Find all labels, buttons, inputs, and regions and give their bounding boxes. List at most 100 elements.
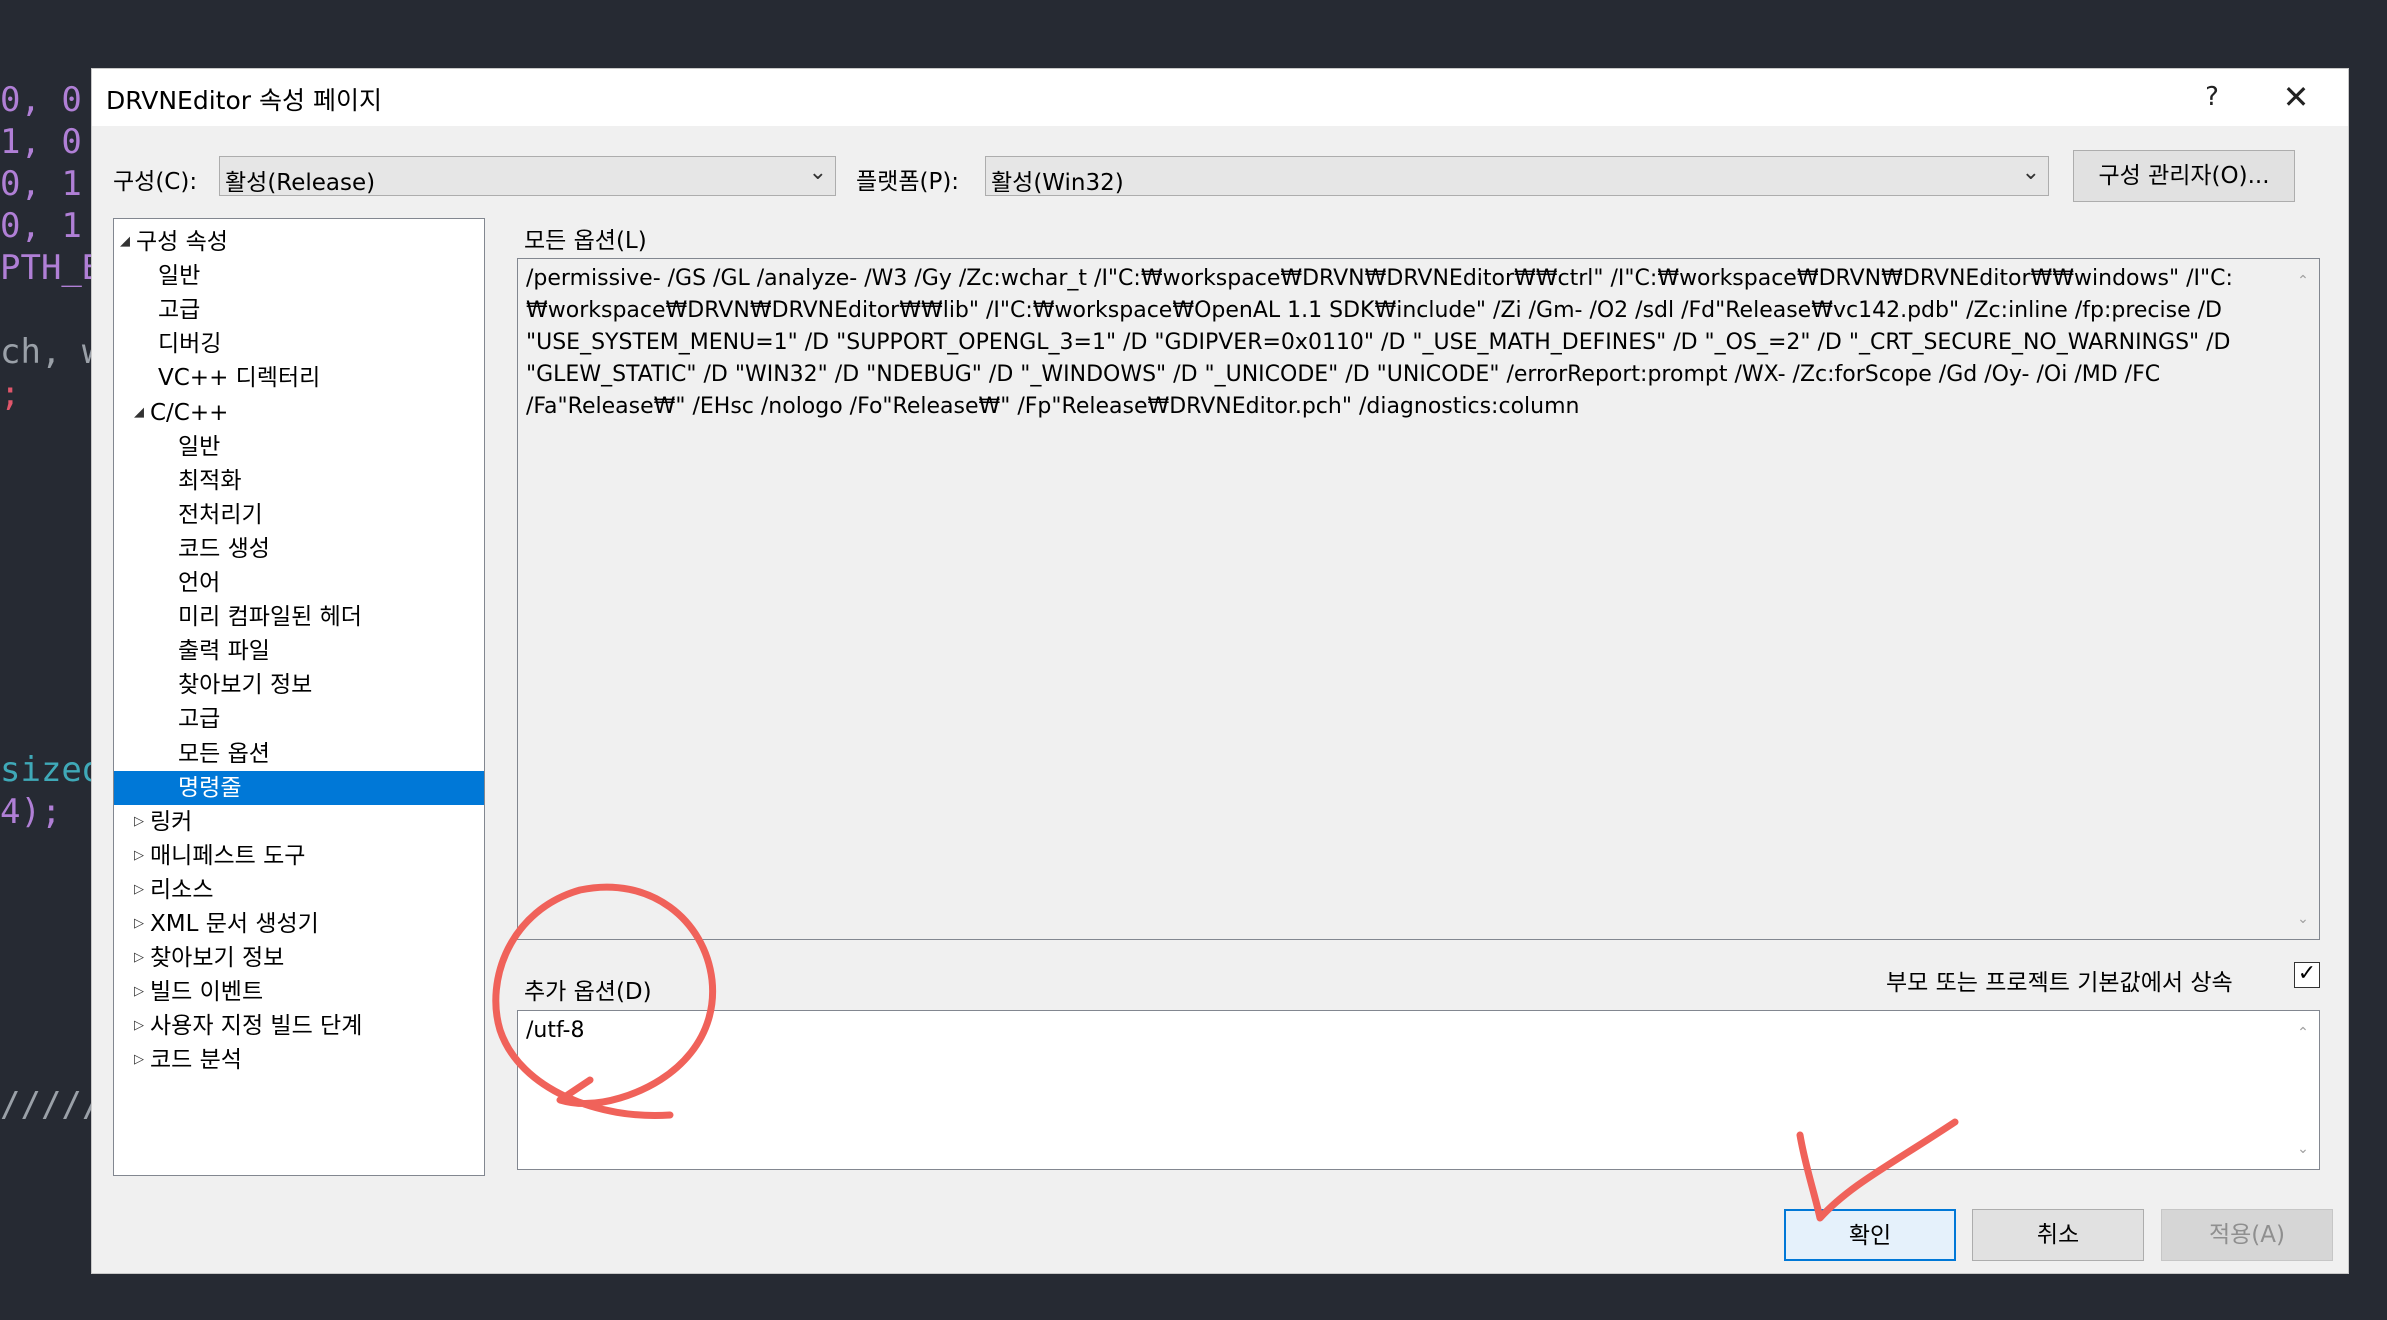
scroll-up-icon[interactable]: ⌃ — [2289, 1017, 2317, 1049]
tree-item-label: 리소스 — [150, 876, 214, 903]
help-button[interactable]: ? — [2182, 75, 2242, 119]
cancel-button[interactable]: 취소 — [1972, 1209, 2144, 1261]
expand-arrow-icon[interactable]: ▷ — [134, 975, 144, 1009]
code-line: 4); — [0, 792, 62, 832]
platform-label: 플랫폼(P): — [856, 169, 960, 195]
code-line: 0, 0 — [0, 80, 82, 120]
tree-item-label: 빌드 이벤트 — [150, 979, 264, 1006]
tree-item-label: 전처리기 — [178, 501, 263, 528]
tree-item-label: VC++ 디렉터리 — [158, 365, 321, 392]
expand-arrow-icon[interactable]: ▷ — [134, 805, 144, 839]
tree-item[interactable]: ▷ 리소스 — [114, 873, 484, 907]
all-options-text: /permissive- /GS /GL /analyze- /W3 /Gy /… — [526, 266, 2233, 419]
tree-item[interactable]: ▷ 빌드 이벤트 — [114, 975, 484, 1009]
close-button[interactable]: ✕ — [2266, 75, 2326, 119]
property-tree[interactable]: ◢ 구성 속성 일반 고급 디버깅 VC++ 디렉터리 ◢ C/C++ 일반 최적화 전처리기 코드 … — [113, 218, 485, 1176]
expand-arrow-icon[interactable]: ▷ — [134, 907, 144, 941]
code-line: 0, 1 — [0, 206, 82, 246]
additional-options-value: /utf-8 — [526, 1018, 585, 1043]
tree-item-label: 고급 — [158, 297, 201, 324]
tree-item-label: 미리 컴파일된 헤더 — [178, 604, 362, 631]
tree-item-label: 찾아보기 정보 — [178, 672, 313, 699]
tree-item-label: 코드 생성 — [178, 535, 270, 562]
tree-item[interactable]: ▷ XML 문서 생성기 — [114, 907, 484, 941]
all-options-textbox[interactable]: /permissive- /GS /GL /analyze- /W3 /Gy /… — [517, 258, 2320, 940]
tree-item[interactable]: 일반 — [114, 259, 484, 293]
tree-item[interactable]: ◢ 구성 속성 — [114, 225, 484, 259]
ok-button[interactable]: 확인 — [1784, 1209, 1956, 1261]
tree-item[interactable]: 일반 — [114, 430, 484, 464]
tree-item-label: 코드 분석 — [150, 1047, 242, 1074]
apply-button[interactable]: 적용(A) — [2161, 1209, 2333, 1261]
tree-item-label: 링커 — [150, 808, 193, 835]
expand-arrow-icon[interactable]: ▷ — [134, 1043, 144, 1077]
tree-item-label: 명령줄 — [178, 774, 242, 801]
tree-item[interactable]: 미리 컴파일된 헤더 — [114, 600, 484, 634]
scroll-up-icon[interactable]: ⌃ — [2289, 265, 2317, 297]
tree-item[interactable]: ▷ 매니페스트 도구 — [114, 839, 484, 873]
configuration-dropdown[interactable]: 활성(Release) ⌄ — [219, 156, 836, 196]
tree-item[interactable]: 명령줄 — [114, 770, 484, 805]
tree-item[interactable]: 출력 파일 — [114, 634, 484, 668]
configuration-manager-button[interactable]: 구성 관리자(O)... — [2073, 150, 2295, 202]
tree-item[interactable]: 고급 — [114, 702, 484, 736]
tree-item-label: 디버깅 — [158, 331, 222, 358]
tree-item-label: 일반 — [178, 433, 221, 460]
tree-item[interactable]: 고급 — [114, 293, 484, 327]
tree-item-label: 구성 속성 — [136, 229, 228, 255]
tree-item[interactable]: ▷ 코드 분석 — [114, 1043, 484, 1077]
expand-arrow-icon[interactable]: ▷ — [134, 873, 144, 907]
tree-item-label: 최적화 — [178, 467, 242, 494]
expand-arrow-icon[interactable]: ▷ — [134, 839, 144, 873]
code-line: ; — [0, 374, 21, 414]
title-bar: DRVNEditor 속성 페이지 ? ✕ — [92, 69, 2348, 126]
tree-item[interactable]: 모든 옵션 — [114, 737, 484, 771]
tree-item[interactable]: ▷ 링커 — [114, 805, 484, 839]
tree-item[interactable]: 찾아보기 정보 — [114, 668, 484, 702]
scrollbar[interactable]: ⌃ ⌄ — [2289, 261, 2317, 937]
tree-item-label: 일반 — [158, 263, 201, 290]
code-line: ch, w — [0, 332, 103, 372]
tree-item-label: 언어 — [178, 570, 221, 596]
tree-item-label: C/C++ — [150, 399, 229, 426]
property-pages-dialog: DRVNEditor 속성 페이지 ? ✕ 구성(C): 활성(Release)… — [91, 68, 2349, 1274]
background-code-editor: 0, 0 1, 0 0, 1 0, 1 PTH_BU ch, w ; sizeo… — [0, 0, 123, 1320]
scroll-down-icon[interactable]: ⌄ — [2289, 1133, 2317, 1165]
tree-item[interactable]: ◢ C/C++ — [114, 396, 484, 430]
code-line: 0, 1 — [0, 164, 82, 204]
scroll-down-icon[interactable]: ⌄ — [2289, 903, 2317, 935]
configuration-value: 활성(Release) — [225, 170, 376, 196]
tree-item-label: 찾아보기 정보 — [150, 945, 285, 972]
tree-item[interactable]: ▷ 사용자 지정 빌드 단계 — [114, 1009, 484, 1043]
scrollbar[interactable]: ⌃ ⌄ — [2289, 1013, 2317, 1167]
expand-arrow-icon[interactable]: ▷ — [134, 941, 144, 975]
expand-arrow-icon[interactable]: ▷ — [134, 1009, 144, 1043]
tree-item[interactable]: VC++ 디렉터리 — [114, 361, 484, 395]
tree-item[interactable]: 코드 생성 — [114, 532, 484, 566]
chevron-down-icon: ⌄ — [808, 160, 827, 185]
tree-item-label: XML 문서 생성기 — [150, 911, 319, 937]
tree-item-label: 출력 파일 — [178, 638, 270, 665]
collapse-arrow-icon[interactable]: ◢ — [134, 396, 144, 430]
platform-value: 활성(Win32) — [991, 170, 1124, 196]
all-options-label: 모든 옵션(L) — [524, 228, 647, 254]
tree-item[interactable]: 최적화 — [114, 464, 484, 498]
tree-item-label: 고급 — [178, 706, 221, 733]
configuration-label: 구성(C): — [113, 169, 198, 195]
dialog-title: DRVNEditor 속성 페이지 — [106, 86, 382, 115]
platform-dropdown[interactable]: 활성(Win32) ⌄ — [985, 156, 2049, 196]
code-line: ///// — [0, 1085, 103, 1125]
chevron-down-icon: ⌄ — [2021, 160, 2040, 185]
tree-item-label: 사용자 지정 빌드 단계 — [150, 1013, 363, 1040]
tree-item[interactable]: ▷ 찾아보기 정보 — [114, 941, 484, 975]
tree-item[interactable]: 디버깅 — [114, 327, 484, 361]
tree-item-label: 매니페스트 도구 — [150, 842, 306, 869]
tree-item[interactable]: 언어 — [114, 566, 484, 600]
inherit-checkbox[interactable]: ✓ — [2294, 962, 2320, 988]
collapse-arrow-icon[interactable]: ◢ — [120, 225, 130, 259]
inherit-label: 부모 또는 프로젝트 기본값에서 상속 — [1886, 970, 2233, 996]
tree-item-label: 모든 옵션 — [178, 740, 270, 767]
additional-options-textbox[interactable]: /utf-8 ⌃ ⌄ — [517, 1010, 2320, 1170]
additional-options-label: 추가 옵션(D) — [524, 979, 652, 1005]
tree-item[interactable]: 전처리기 — [114, 498, 484, 532]
